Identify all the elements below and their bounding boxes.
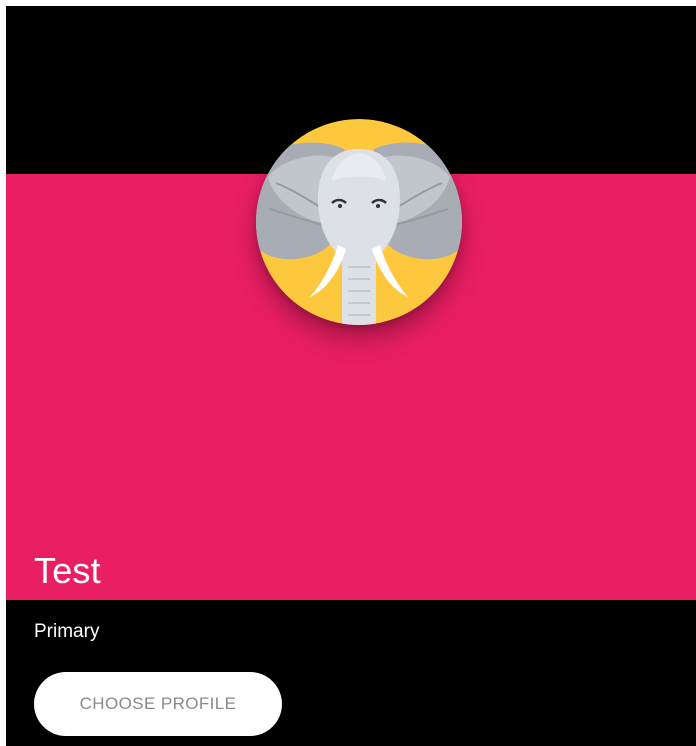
choose-profile-button[interactable]: CHOOSE PROFILE — [34, 672, 282, 736]
profile-subtitle: Primary — [34, 621, 100, 642]
profile-avatar[interactable] — [256, 119, 462, 325]
elephant-icon — [256, 119, 462, 325]
viewport: Test Primary CHOOSE PROFILE — [6, 6, 696, 746]
profile-name: Test — [34, 550, 101, 591]
